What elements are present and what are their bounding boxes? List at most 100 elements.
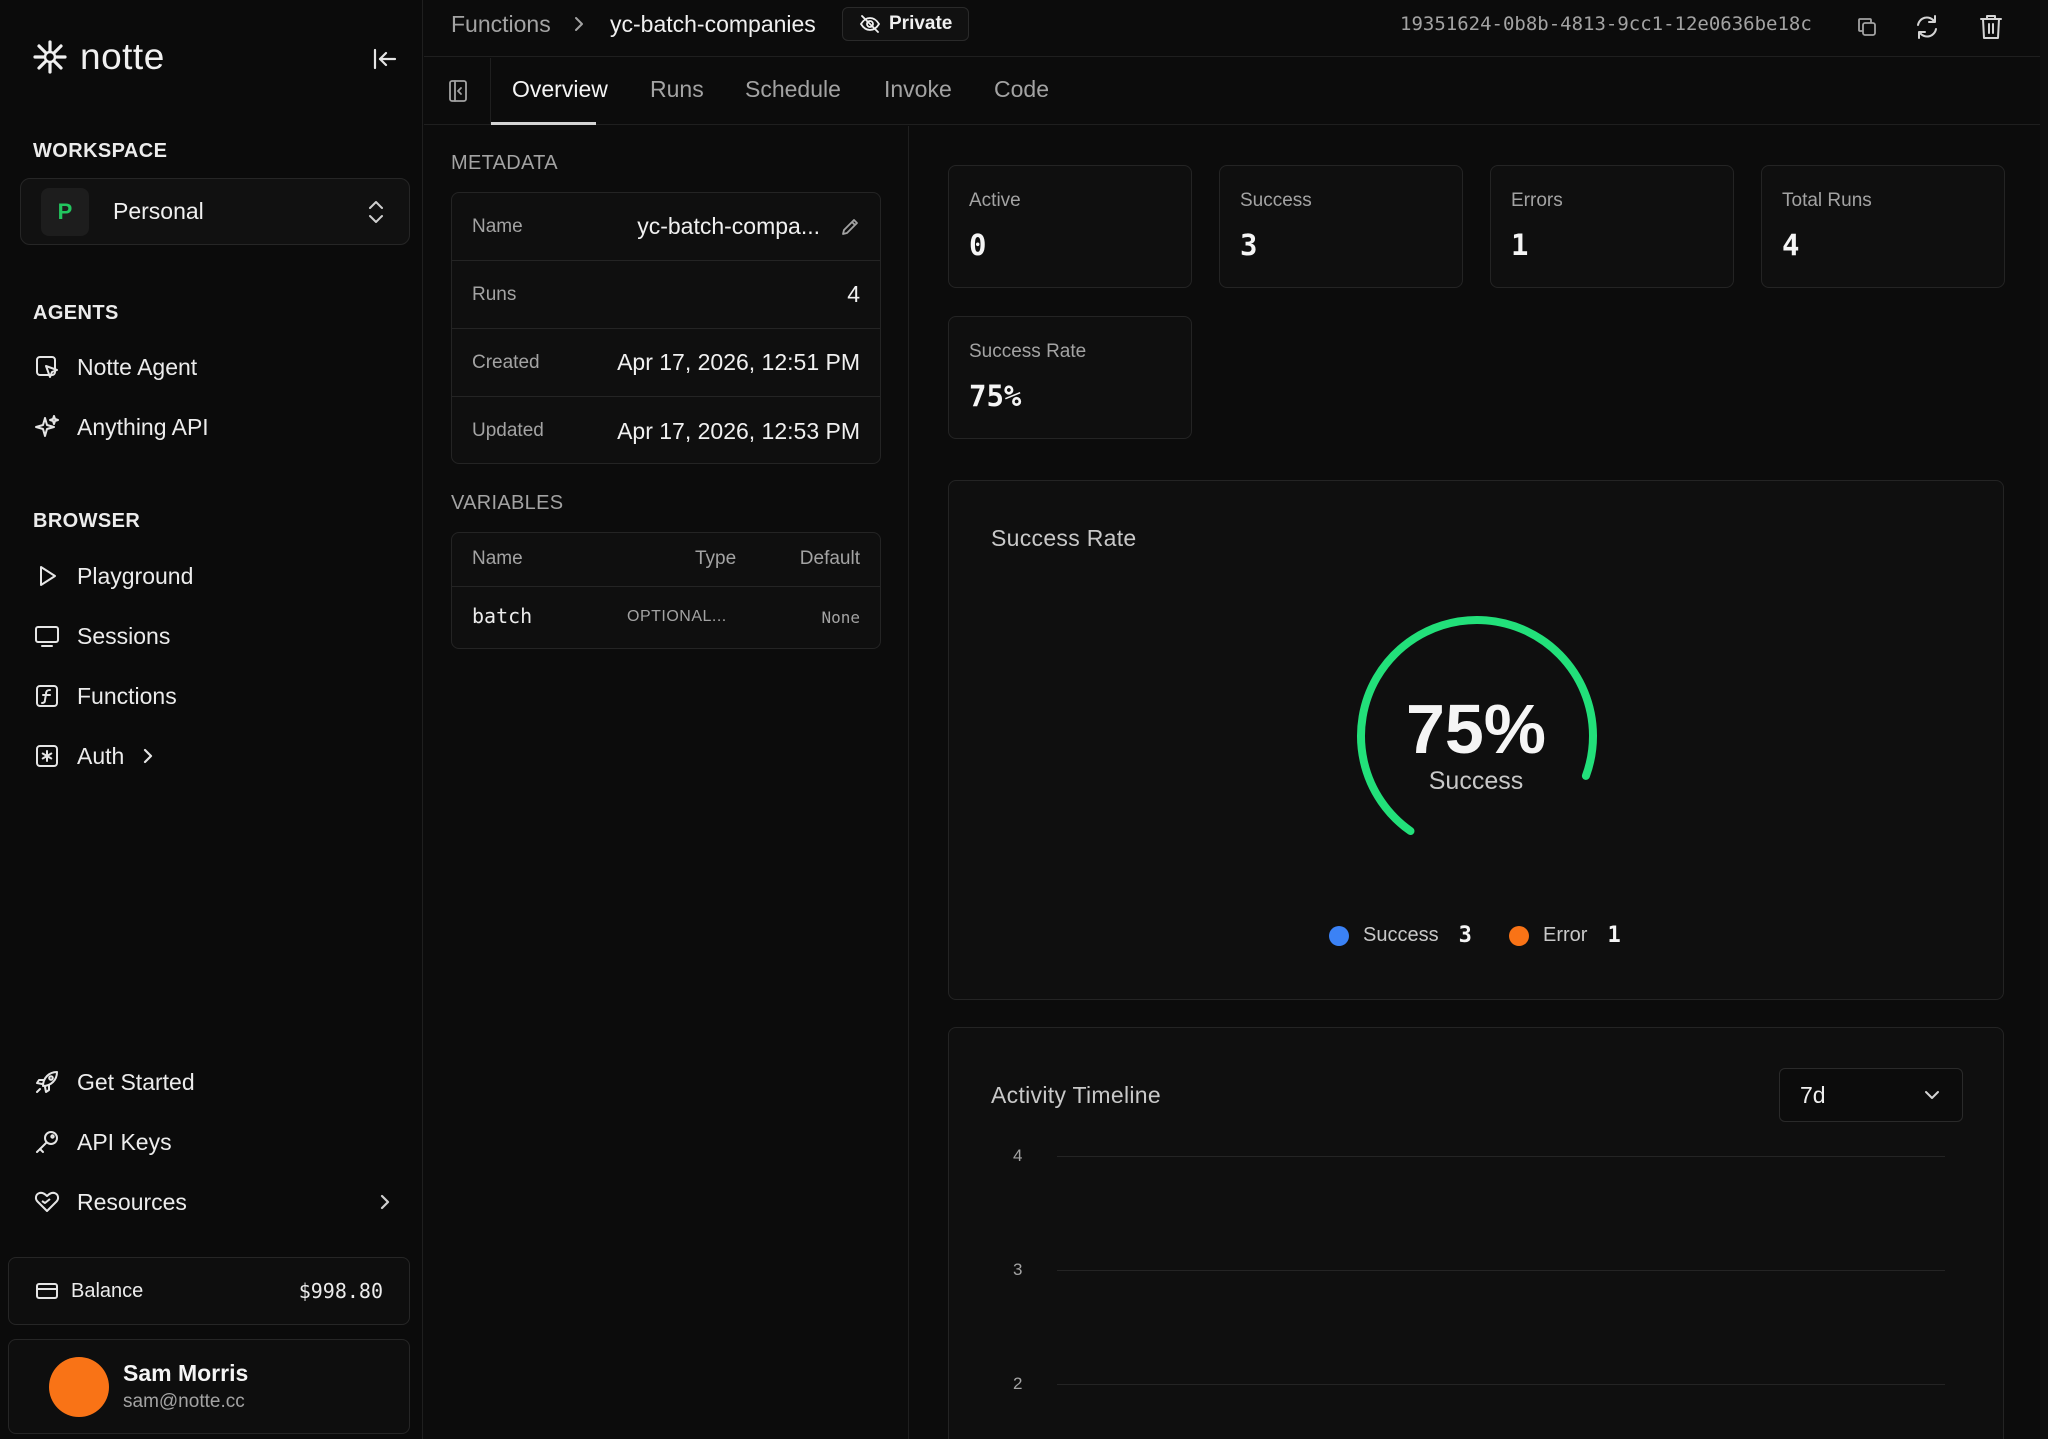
tab-runs[interactable]: Runs (650, 76, 704, 103)
workspace-selector[interactable]: P Personal (20, 178, 410, 245)
chevron-up-down-icon (365, 199, 387, 225)
delete-button[interactable] (1974, 10, 2008, 44)
stat-value: 3 (1240, 228, 1258, 262)
workspace-name: Personal (113, 198, 204, 224)
success-rate-title: Success Rate (991, 525, 1137, 551)
user-menu[interactable]: Sam Morris sam@notte.cc (8, 1339, 410, 1434)
avatar (49, 1356, 109, 1417)
sidebar: notte WORKSPACE P Personal AGENTS Notte … (0, 0, 423, 1439)
variable-type: OPTIONAL... (627, 608, 727, 625)
copy-id-button[interactable] (1850, 10, 1884, 44)
time-range-select[interactable]: 7d (1779, 1068, 1963, 1122)
metadata-value: Apr 17, 2026, 12:51 PM (617, 349, 860, 375)
gauge-percent: 75% (1405, 690, 1547, 768)
stat-value: 1 (1511, 228, 1529, 262)
nav-item-auth[interactable]: Auth (33, 736, 156, 776)
panel-toggle-icon (449, 80, 467, 102)
y-tick-label: 2 (1013, 1374, 1023, 1393)
browser-section-title: BROWSER (33, 510, 141, 532)
credit-card-icon (35, 1281, 59, 1301)
legend-label: Error (1543, 924, 1588, 946)
metadata-row-created: Created Apr 17, 2026, 12:51 PM (452, 329, 880, 397)
balance-label: Balance (71, 1279, 144, 1302)
metadata-key: Updated (472, 420, 544, 441)
pencil-icon[interactable] (840, 217, 860, 237)
logo-text: notte (80, 36, 165, 77)
success-rate-card: Success Rate 75% Success Success 3 Error… (948, 480, 2004, 1000)
stat-label: Errors (1511, 190, 1563, 211)
tabs-divider (490, 58, 491, 125)
time-range-value: 7d (1800, 1081, 1826, 1108)
breadcrumb-functions[interactable]: Functions (451, 11, 551, 38)
resources-icon (33, 1188, 61, 1216)
nav-label: API Keys (77, 1128, 172, 1155)
y-tick-label: 4 (1013, 1146, 1023, 1165)
nav-item-api-keys[interactable]: API Keys (33, 1122, 172, 1162)
balance-value: $998.80 (298, 1279, 383, 1303)
metadata-row-name: Name yc-batch-compa... (452, 193, 880, 261)
gridline (1057, 1270, 1945, 1271)
notte-logo-icon (32, 39, 68, 75)
stat-label: Active (969, 190, 1021, 211)
user-email: sam@notte.cc (123, 1391, 245, 1412)
toggle-panel-button[interactable] (447, 78, 473, 104)
logo[interactable]: notte (32, 36, 165, 78)
collapse-left-icon (373, 48, 397, 70)
legend-item-error: Error 1 (1509, 923, 1621, 948)
y-tick-label: 3 (1013, 1260, 1023, 1279)
metadata-value: yc-batch-compa... (637, 213, 820, 239)
key-icon (33, 1128, 61, 1156)
metadata-value: Apr 17, 2026, 12:53 PM (617, 417, 860, 444)
legend-dot-error (1509, 925, 1529, 946)
metadata-key: Name (472, 215, 523, 237)
stat-label: Success Rate (969, 341, 1087, 362)
metadata-panel: METADATA Name yc-batch-compa... Runs 4 C… (424, 126, 909, 1439)
stat-card-success-rate: Success Rate 75% (948, 316, 1192, 439)
metadata-row-runs: Runs 4 (452, 261, 880, 329)
auth-icon (33, 742, 61, 770)
trash-icon (1980, 15, 2002, 39)
nav-label: Functions (77, 682, 177, 709)
column-header-name: Name (472, 548, 523, 569)
activity-timeline-title: Activity Timeline (991, 1082, 1161, 1108)
nav-item-resources[interactable]: Resources (33, 1182, 393, 1222)
top-bar: Functions yc-batch-companies Private 193… (424, 0, 2048, 57)
column-header-default: Default (799, 548, 860, 569)
nav-item-sessions[interactable]: Sessions (33, 616, 170, 656)
nav-item-notte-agent[interactable]: Notte Agent (33, 347, 197, 387)
rocket-icon (33, 1068, 61, 1096)
refresh-button[interactable] (1910, 10, 1944, 44)
variable-name: batch (472, 604, 533, 628)
stat-label: Total Runs (1782, 190, 1872, 211)
stat-card-success: Success 3 (1219, 165, 1463, 288)
refresh-icon (1917, 15, 1937, 39)
visibility-label: Private (889, 13, 953, 34)
chevron-right-icon (572, 14, 586, 34)
nav-item-get-started[interactable]: Get Started (33, 1062, 195, 1102)
nav-item-functions[interactable]: Functions (33, 676, 177, 716)
collapse-sidebar-button[interactable] (370, 44, 400, 74)
nav-label: Auth (77, 742, 125, 769)
chevron-right-icon (377, 1192, 393, 1212)
metadata-value: 4 (847, 281, 860, 307)
legend-count: 3 (1458, 923, 1472, 948)
chevron-right-icon (140, 746, 156, 766)
gridline (1057, 1384, 1945, 1385)
scrollbar[interactable] (2040, 0, 2048, 1439)
nav-item-anything-api[interactable]: Anything API (33, 407, 209, 447)
nav-label: Get Started (77, 1068, 195, 1095)
metadata-row-updated: Updated Apr 17, 2026, 12:53 PM (452, 397, 880, 463)
nav-item-playground[interactable]: Playground (33, 556, 193, 596)
stat-card-total-runs: Total Runs 4 (1761, 165, 2005, 288)
tab-invoke[interactable]: Invoke (884, 76, 952, 103)
legend-count: 1 (1607, 923, 1621, 948)
legend-dot-success (1329, 925, 1349, 946)
visibility-badge[interactable]: Private (842, 7, 970, 41)
tab-code[interactable]: Code (994, 76, 1049, 103)
balance-box[interactable]: Balance $998.80 (8, 1257, 410, 1325)
monitor-icon (33, 622, 61, 650)
nav-label: Playground (77, 562, 194, 589)
tab-overview[interactable]: Overview (512, 76, 608, 103)
tab-schedule[interactable]: Schedule (745, 76, 841, 103)
activity-timeline-card: Activity Timeline 7d 4 3 2 (948, 1027, 2004, 1439)
